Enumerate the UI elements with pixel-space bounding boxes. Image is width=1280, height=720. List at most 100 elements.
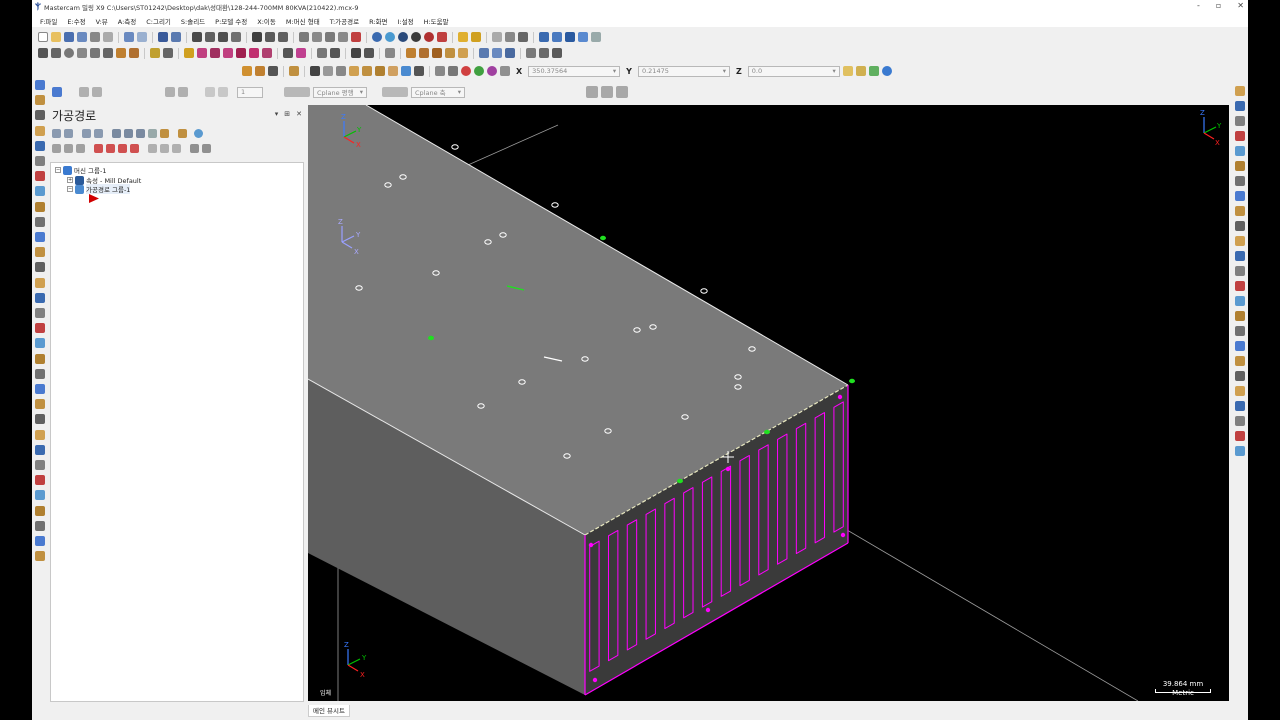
style-icon[interactable]	[375, 66, 385, 76]
right-xform-icon[interactable]	[1235, 416, 1245, 426]
menu-solids[interactable]: S:솔리드	[181, 16, 205, 26]
help-icon[interactable]	[881, 66, 892, 76]
right-solid-icon[interactable]	[1235, 221, 1245, 231]
move-down-icon[interactable]	[94, 144, 103, 153]
right-view-icon[interactable]	[1235, 446, 1245, 456]
circle-icon[interactable]	[64, 48, 74, 58]
insert-arrow-icon[interactable]	[118, 144, 127, 153]
right-solid-icon[interactable]	[1235, 371, 1245, 381]
y-coordinate-field[interactable]: 0.21475 ▾	[637, 65, 730, 77]
material-icon[interactable]	[437, 32, 447, 42]
regenerate-icon[interactable]	[82, 129, 91, 138]
menu-machine-type[interactable]: M:머신 형태	[286, 16, 320, 26]
line-draw-icon[interactable]	[310, 66, 320, 76]
left-surface-icon[interactable]	[35, 125, 45, 136]
move-up-icon[interactable]	[106, 144, 115, 153]
distance-icon[interactable]	[505, 32, 515, 42]
menu-screen[interactable]: R:화면	[369, 16, 387, 26]
zoom-out-icon[interactable]	[231, 32, 241, 42]
print-icon[interactable]	[90, 32, 100, 42]
left-tool-icon[interactable]	[35, 201, 45, 212]
collapse-icon[interactable]	[160, 144, 169, 153]
regenerate-dirty-icon[interactable]	[94, 129, 103, 138]
attribute-icon[interactable]	[289, 66, 299, 76]
snap-icon[interactable]	[552, 32, 562, 42]
left-analysis-icon[interactable]	[35, 323, 45, 334]
solid-loft-icon[interactable]	[445, 48, 455, 58]
fast-point-icon[interactable]	[842, 66, 853, 76]
select-all-icon[interactable]	[255, 66, 265, 76]
tree-row-toolpath-group[interactable]: − 가공경로 그룹-1	[67, 184, 131, 194]
right-analysis-icon[interactable]	[1235, 431, 1245, 441]
rotate-icon[interactable]	[252, 32, 262, 42]
redo-icon[interactable]	[137, 32, 147, 42]
toggle-display-icon[interactable]	[64, 144, 73, 153]
right-surface-icon[interactable]	[1235, 236, 1245, 246]
solid-sweep-icon[interactable]	[432, 48, 442, 58]
verify-icon[interactable]	[487, 66, 497, 76]
go-icon[interactable]	[474, 66, 484, 76]
settings-icon[interactable]	[202, 144, 211, 153]
z-coordinate-field[interactable]: 0.0 ▾	[747, 65, 840, 77]
panel-dock-button[interactable]: ⊞	[284, 110, 290, 118]
lock-icon[interactable]	[92, 87, 102, 97]
x-coordinate-field[interactable]: 350.37564 ▾	[528, 65, 621, 77]
grid-view-icon[interactable]	[178, 87, 188, 97]
left-display-icon[interactable]	[35, 368, 45, 379]
post-icon[interactable]	[160, 129, 169, 138]
shaded-icon[interactable]	[385, 32, 395, 42]
translucent-icon[interactable]	[424, 32, 434, 42]
zoom-in-icon[interactable]	[218, 32, 228, 42]
menu-xform[interactable]: X:이동	[257, 16, 276, 26]
translate-icon[interactable]	[249, 48, 259, 58]
width-icon[interactable]	[388, 66, 398, 76]
right-snap-icon[interactable]	[1235, 356, 1245, 366]
level-field[interactable]: 1	[237, 86, 263, 98]
menu-settings[interactable]: I:설정	[398, 16, 414, 26]
construction-plane-icon[interactable]	[284, 87, 310, 97]
right-display-icon[interactable]	[1235, 176, 1245, 186]
menu-analyze[interactable]: A:측정	[118, 16, 136, 26]
delete-icon[interactable]	[79, 87, 89, 97]
backplot-icon[interactable]	[500, 66, 510, 76]
repaint-icon[interactable]	[171, 32, 181, 42]
left-surface-icon[interactable]	[35, 429, 45, 440]
spline-icon[interactable]	[103, 48, 113, 58]
high-speed-icon[interactable]	[178, 129, 187, 138]
pencil-icon[interactable]	[458, 32, 468, 42]
fit-view-icon[interactable]	[165, 87, 175, 97]
right-display-icon[interactable]	[1235, 326, 1245, 336]
menu-model-prep[interactable]: P:모델 수정	[215, 16, 247, 26]
left-solid-icon[interactable]	[35, 414, 45, 425]
left-drafting-icon[interactable]	[35, 140, 45, 151]
backplot-operation-icon[interactable]	[112, 129, 121, 138]
right-surface-icon[interactable]	[1235, 386, 1245, 396]
menu-edit[interactable]: E:수정	[67, 16, 85, 26]
left-snap-icon[interactable]	[35, 551, 45, 562]
right-snap-icon[interactable]	[1235, 206, 1245, 216]
solid-revolve-icon[interactable]	[419, 48, 429, 58]
top-view-icon[interactable]	[299, 32, 309, 42]
left-analysis-icon[interactable]	[35, 475, 45, 486]
vertical-dim-icon[interactable]	[364, 48, 374, 58]
iso-view-icon[interactable]	[338, 32, 348, 42]
level-icon[interactable]	[362, 66, 372, 76]
toolpath-pocket-icon[interactable]	[539, 48, 549, 58]
g1-icon[interactable]	[148, 129, 157, 138]
scale-icon[interactable]	[236, 48, 246, 58]
viewsheet-tab[interactable]: 메인 뷰시트	[308, 705, 350, 717]
toolpath-contour-icon[interactable]	[526, 48, 536, 58]
dynamic-rotate-icon[interactable]	[265, 32, 275, 42]
help-question-icon[interactable]	[616, 86, 628, 98]
panel-menu-button[interactable]: ▾	[275, 110, 279, 118]
left-xform-icon[interactable]	[35, 156, 45, 166]
cursor-icon[interactable]	[323, 66, 333, 76]
right-drafting-icon[interactable]	[1235, 101, 1245, 111]
right-analysis-icon[interactable]	[1235, 131, 1245, 141]
close-button[interactable]: ✕	[1237, 1, 1244, 10]
left-solid-icon[interactable]	[35, 262, 45, 273]
zoom-window-icon[interactable]	[192, 32, 202, 42]
statistics-icon[interactable]	[518, 32, 528, 42]
save-icon[interactable]	[64, 32, 74, 42]
left-levels-icon[interactable]	[35, 80, 45, 90]
